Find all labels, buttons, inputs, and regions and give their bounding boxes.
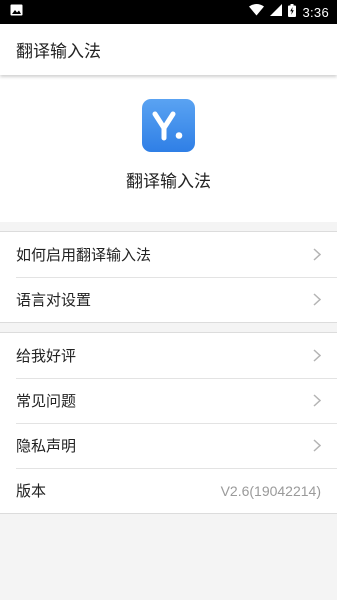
list-item-label: 如何启用翻译输入法	[16, 246, 152, 264]
page-title: 翻译输入法	[16, 42, 101, 62]
settings-group-setup: 如何启用翻译输入法 语言对设置	[0, 231, 337, 323]
signal-icon	[270, 4, 283, 20]
app-info-header: 翻译输入法	[0, 75, 337, 222]
status-time: 3:36	[302, 4, 329, 20]
app-logo	[142, 99, 195, 152]
wifi-icon	[249, 4, 265, 20]
list-item-label: 版本	[16, 482, 47, 500]
app-bar: 翻译输入法	[0, 24, 337, 75]
image-notification-icon	[10, 4, 23, 20]
version-value: V2.6(19042214)	[220, 482, 321, 499]
faq-item[interactable]: 常见问题	[0, 378, 337, 423]
chevron-right-icon	[313, 394, 321, 407]
chevron-right-icon	[313, 248, 321, 261]
chevron-right-icon	[313, 293, 321, 306]
settings-group-about: 给我好评 常见问题 隐私声明 版本 V2.6(19042214)	[0, 332, 337, 514]
language-pair-settings-item[interactable]: 语言对设置	[0, 277, 337, 322]
enable-ime-guide-item[interactable]: 如何启用翻译输入法	[0, 232, 337, 277]
list-item-label: 隐私声明	[16, 437, 77, 455]
chevron-right-icon	[313, 349, 321, 362]
list-item-label: 语言对设置	[16, 291, 92, 309]
chevron-right-icon	[313, 439, 321, 452]
status-left	[10, 4, 23, 20]
app-name: 翻译输入法	[126, 172, 211, 192]
battery-charging-icon	[288, 3, 297, 21]
privacy-statement-item[interactable]: 隐私声明	[0, 423, 337, 468]
status-bar: 3:36	[0, 0, 337, 24]
version-item: 版本 V2.6(19042214)	[0, 468, 337, 513]
list-item-label: 给我好评	[16, 347, 77, 365]
list-item-label: 常见问题	[16, 392, 77, 410]
rate-us-item[interactable]: 给我好评	[0, 333, 337, 378]
logo-y-icon	[152, 111, 182, 140]
status-right: 3:36	[249, 3, 329, 21]
